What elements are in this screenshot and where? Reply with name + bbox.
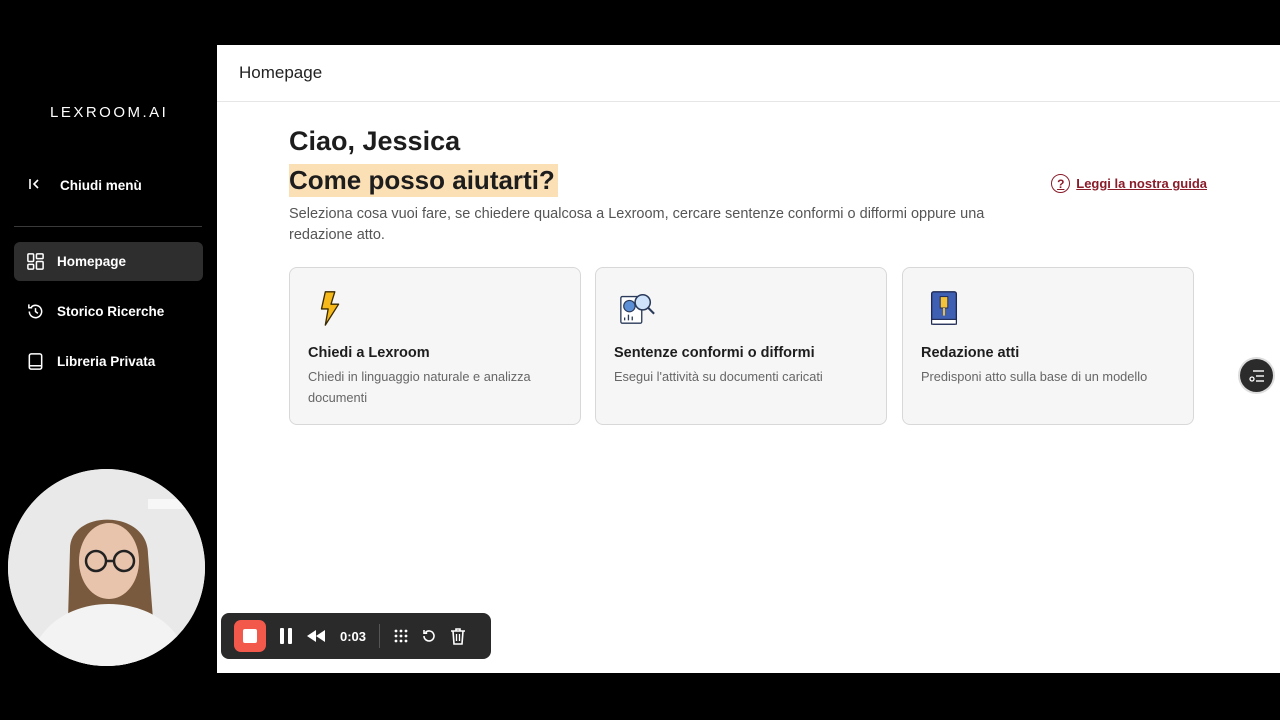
close-menu-label: Chiudi menù xyxy=(60,178,142,193)
sidebar-item-libreria-privata[interactable]: Libreria Privata xyxy=(14,342,203,381)
sidebar-item-label: Libreria Privata xyxy=(57,354,156,369)
card-description: Chiedi in linguaggio naturale e analizza… xyxy=(308,369,531,405)
page-header: Homepage xyxy=(217,45,1280,102)
stop-icon xyxy=(243,629,257,643)
grid-button[interactable] xyxy=(393,628,409,644)
card-title: Sentenze conformi o difformi xyxy=(614,345,815,361)
close-menu-button[interactable]: Chiudi menù xyxy=(28,178,142,193)
card-description: Esegui l'attività su documenti caricati xyxy=(614,369,823,384)
page-subtitle: Seleziona cosa vuoi fare, se chiedere qu… xyxy=(289,206,985,243)
card-title: Redazione atti xyxy=(921,345,1020,361)
sidebar-item-label: Homepage xyxy=(57,254,127,269)
logo: LEXROOM.AI xyxy=(50,104,169,121)
toolbar-divider xyxy=(379,624,381,648)
rewind-icon xyxy=(307,630,325,642)
card-title: Chiedi a Lexroom xyxy=(308,345,430,361)
collapse-icon xyxy=(28,178,42,193)
lightning-icon xyxy=(320,291,340,326)
filter-icon xyxy=(1248,369,1264,382)
restart-button[interactable] xyxy=(421,628,437,644)
sidebar-divider xyxy=(14,226,202,227)
page-title: Homepage xyxy=(239,63,323,82)
webcam-preview xyxy=(8,469,205,666)
sidebar-item-storico-ricerche[interactable]: Storico Ricerche xyxy=(14,292,203,331)
book-icon xyxy=(930,291,958,325)
stop-recording-button[interactable] xyxy=(234,620,266,652)
card-description: Predisponi atto sulla base di un modello xyxy=(921,369,1148,384)
recording-toolbar: 0:03 xyxy=(221,613,491,659)
trash-icon xyxy=(451,628,466,645)
pause-button[interactable] xyxy=(278,627,294,645)
main-content: Homepage Ciao, Jessica Come posso aiutar… xyxy=(217,45,1280,673)
pause-icon xyxy=(280,628,292,644)
prompt-heading: Come posso aiutarti? xyxy=(289,164,558,197)
help-icon: ? xyxy=(1051,174,1071,193)
history-icon xyxy=(28,304,43,319)
guide-link-label: Leggi la nostra guida xyxy=(1076,176,1207,191)
card-sentenze-conformi[interactable]: Sentenze conformi o difformi Esegui l'at… xyxy=(595,267,887,425)
book-icon xyxy=(28,353,43,370)
guide-link[interactable]: ? Leggi la nostra guida xyxy=(1051,174,1207,193)
recording-timer: 0:03 xyxy=(340,628,367,644)
greeting: Ciao, Jessica xyxy=(289,126,461,156)
card-redazione-atti[interactable]: Redazione atti Predisponi atto sulla bas… xyxy=(902,267,1194,425)
sidebar-item-label: Storico Ricerche xyxy=(57,304,165,319)
delete-button[interactable] xyxy=(450,627,466,645)
dots-grid-icon xyxy=(394,629,408,643)
sidebar: LEXROOM.AI Chiudi menù Homepage Storico … xyxy=(0,0,217,720)
document-search-icon xyxy=(620,293,655,324)
sidebar-item-homepage[interactable]: Homepage xyxy=(14,242,203,281)
filter-button[interactable] xyxy=(1240,359,1273,392)
restart-icon xyxy=(423,630,435,642)
dashboard-icon xyxy=(27,253,44,270)
card-chiedi-a-lexroom[interactable]: Chiedi a Lexroom Chiedi in linguaggio na… xyxy=(289,267,581,425)
rewind-button[interactable] xyxy=(306,629,326,643)
